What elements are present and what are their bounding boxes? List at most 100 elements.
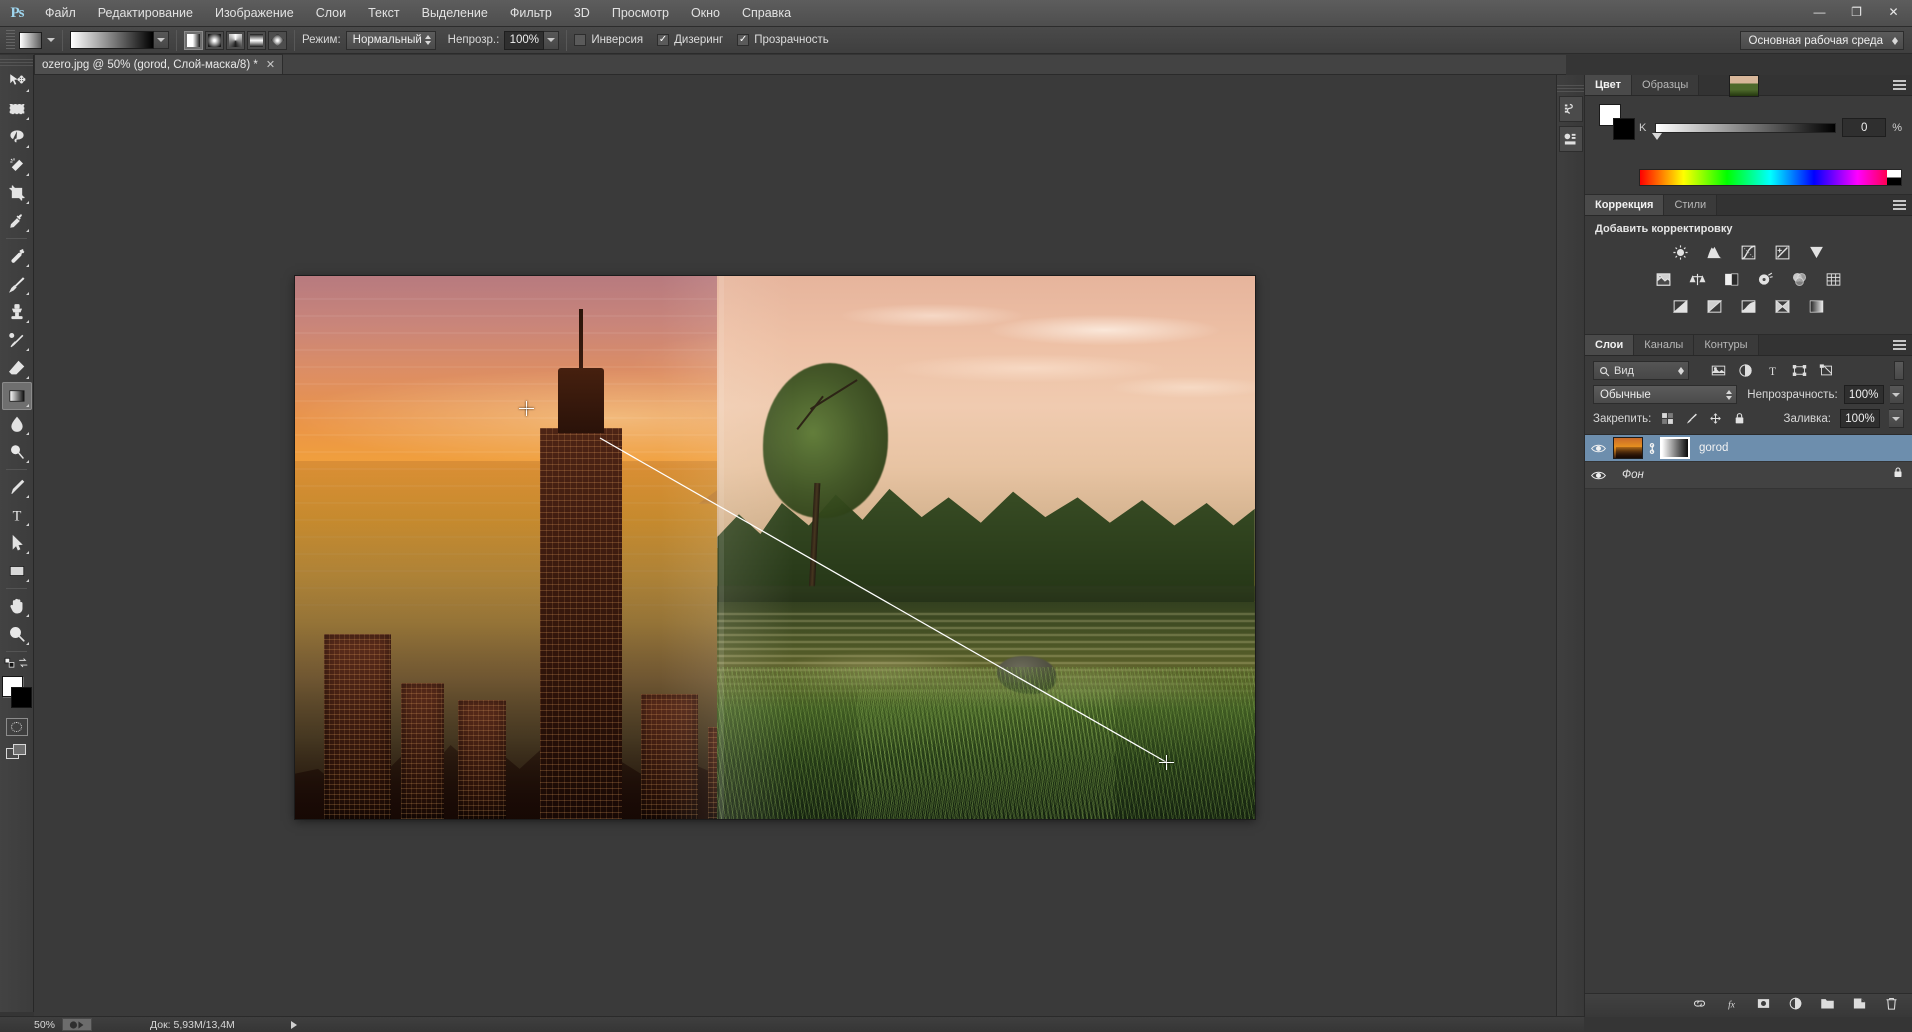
lock-image-icon[interactable] bbox=[1684, 412, 1699, 426]
tool-preset-picker[interactable] bbox=[19, 31, 55, 49]
blur-tool[interactable] bbox=[2, 410, 32, 438]
tab-adjustments[interactable]: Коррекция bbox=[1585, 195, 1665, 215]
new-layer-button[interactable] bbox=[1852, 996, 1867, 1016]
toolbar-grip[interactable] bbox=[0, 59, 33, 67]
clone-stamp-tool[interactable] bbox=[2, 298, 32, 326]
k-slider-track[interactable] bbox=[1652, 122, 1837, 140]
crop-tool[interactable] bbox=[2, 179, 32, 207]
tab-swatches[interactable]: Образцы bbox=[1632, 75, 1700, 95]
new-adjustment-layer-button[interactable] bbox=[1788, 996, 1803, 1016]
linear-gradient-button[interactable] bbox=[184, 30, 203, 50]
layer-name-gorod[interactable]: gorod bbox=[1699, 442, 1728, 454]
brightness-contrast-icon[interactable] bbox=[1670, 243, 1691, 261]
layer-style-button[interactable]: fx bbox=[1724, 996, 1739, 1016]
dodge-tool[interactable] bbox=[2, 438, 32, 466]
menu-3d[interactable]: 3D bbox=[563, 0, 601, 27]
layer-name-background[interactable]: Фон bbox=[1622, 469, 1644, 481]
menu-filter[interactable]: Фильтр bbox=[499, 0, 563, 27]
properties-panel-button[interactable] bbox=[1558, 126, 1583, 152]
screen-mode-button[interactable] bbox=[5, 744, 28, 761]
pixel-filter-icon[interactable] bbox=[1711, 363, 1726, 378]
layer-thumbnail-gorod[interactable] bbox=[1613, 437, 1643, 459]
adjustment-filter-icon[interactable] bbox=[1738, 363, 1753, 378]
quick-selection-tool[interactable] bbox=[2, 151, 32, 179]
move-tool[interactable] bbox=[2, 67, 32, 95]
gradient-picker[interactable] bbox=[70, 31, 169, 49]
rectangle-tool[interactable] bbox=[2, 557, 32, 585]
opacity-input[interactable]: 100% bbox=[504, 30, 545, 50]
panel-menu-icon[interactable] bbox=[1893, 200, 1906, 211]
zoom-level[interactable]: 50% bbox=[0, 1019, 55, 1031]
color-background-swatch[interactable] bbox=[1613, 118, 1635, 140]
lock-all-icon[interactable] bbox=[1732, 412, 1747, 426]
menu-image[interactable]: Изображение bbox=[204, 0, 305, 27]
rectangular-marquee-tool[interactable] bbox=[2, 95, 32, 123]
healing-brush-tool[interactable] bbox=[2, 242, 32, 270]
default-colors-icon[interactable] bbox=[4, 657, 17, 670]
exposure-icon[interactable] bbox=[1772, 243, 1793, 261]
k-slider-thumb[interactable] bbox=[1652, 132, 1662, 140]
channel-mixer-icon[interactable] bbox=[1789, 270, 1810, 288]
menu-layers[interactable]: Слои bbox=[305, 0, 357, 27]
layer-mask-thumbnail-gorod[interactable] bbox=[1660, 437, 1690, 459]
delete-layer-button[interactable] bbox=[1884, 996, 1899, 1016]
workspace-switcher[interactable]: Основная рабочая среда bbox=[1739, 31, 1904, 50]
menu-type[interactable]: Текст bbox=[357, 0, 410, 27]
vibrance-icon[interactable] bbox=[1806, 243, 1827, 261]
menu-help[interactable]: Справка bbox=[731, 0, 802, 27]
menu-select[interactable]: Выделение bbox=[411, 0, 499, 27]
options-bar-grip[interactable] bbox=[6, 30, 15, 50]
transparency-checkbox-row[interactable]: ✓ Прозрачность bbox=[737, 34, 829, 46]
add-layer-mask-button[interactable] bbox=[1756, 996, 1771, 1016]
dither-checkbox-row[interactable]: ✓ Дизеринг bbox=[657, 34, 723, 46]
color-ramp-bw[interactable] bbox=[1887, 170, 1901, 185]
levels-icon[interactable] bbox=[1704, 243, 1725, 261]
type-tool[interactable]: T bbox=[2, 501, 32, 529]
gradient-preview[interactable] bbox=[70, 31, 154, 49]
layer-blend-mode-select[interactable]: Обычные bbox=[1593, 385, 1738, 404]
swap-colors-icon[interactable] bbox=[17, 657, 30, 670]
menu-window[interactable]: Окно bbox=[680, 0, 731, 27]
layer-row-background[interactable]: Фон bbox=[1585, 75, 1912, 489]
color-balance-icon[interactable] bbox=[1687, 270, 1708, 288]
invert-icon[interactable] bbox=[1670, 297, 1691, 315]
minimize-button[interactable]: — bbox=[1801, 0, 1838, 24]
threshold-icon[interactable] bbox=[1738, 297, 1759, 315]
quick-mask-button[interactable] bbox=[5, 718, 28, 736]
pen-tool[interactable] bbox=[2, 473, 32, 501]
curves-icon[interactable] bbox=[1738, 243, 1759, 261]
dither-checkbox[interactable]: ✓ bbox=[657, 34, 670, 46]
layer-visibility-toggle-gorod[interactable] bbox=[1585, 443, 1611, 454]
layer-thumbnail-background[interactable] bbox=[1728, 75, 1759, 97]
history-panel-button[interactable] bbox=[1558, 96, 1583, 122]
blend-mode-select[interactable]: Нормальный bbox=[345, 30, 436, 50]
lasso-tool[interactable] bbox=[2, 123, 32, 151]
shape-filter-icon[interactable] bbox=[1792, 363, 1807, 378]
history-brush-tool[interactable] bbox=[2, 326, 32, 354]
layer-visibility-toggle-background[interactable] bbox=[1585, 470, 1611, 481]
hue-saturation-icon[interactable] bbox=[1653, 270, 1674, 288]
type-filter-icon[interactable]: T bbox=[1765, 363, 1780, 378]
mini-dock-grip[interactable] bbox=[1557, 85, 1584, 92]
lock-position-icon[interactable] bbox=[1708, 412, 1723, 426]
invert-checkbox-row[interactable]: Инверсия bbox=[574, 34, 643, 46]
transparency-checkbox[interactable]: ✓ bbox=[737, 34, 750, 46]
eyedropper-tool[interactable] bbox=[2, 207, 32, 235]
tab-paths[interactable]: Контуры bbox=[1694, 335, 1759, 355]
angle-gradient-button[interactable] bbox=[226, 30, 245, 50]
filter-enable-toggle[interactable] bbox=[1894, 361, 1904, 380]
eraser-tool[interactable] bbox=[2, 354, 32, 382]
tab-styles[interactable]: Стили bbox=[1664, 195, 1718, 215]
gradient-dropdown-button[interactable] bbox=[154, 31, 169, 49]
color-lookup-icon[interactable] bbox=[1823, 270, 1844, 288]
path-selection-tool[interactable] bbox=[2, 529, 32, 557]
invert-checkbox[interactable] bbox=[574, 34, 587, 46]
close-button[interactable]: ✕ bbox=[1875, 0, 1912, 24]
tab-layers[interactable]: Слои bbox=[1585, 335, 1635, 355]
layer-opacity-input[interactable]: 100% bbox=[1843, 385, 1884, 404]
status-menu-arrow[interactable] bbox=[290, 1020, 297, 1029]
color-ramp[interactable] bbox=[1639, 169, 1902, 186]
hand-tool[interactable] bbox=[2, 592, 32, 620]
mask-link-icon[interactable] bbox=[1646, 440, 1657, 456]
posterize-icon[interactable] bbox=[1704, 297, 1725, 315]
